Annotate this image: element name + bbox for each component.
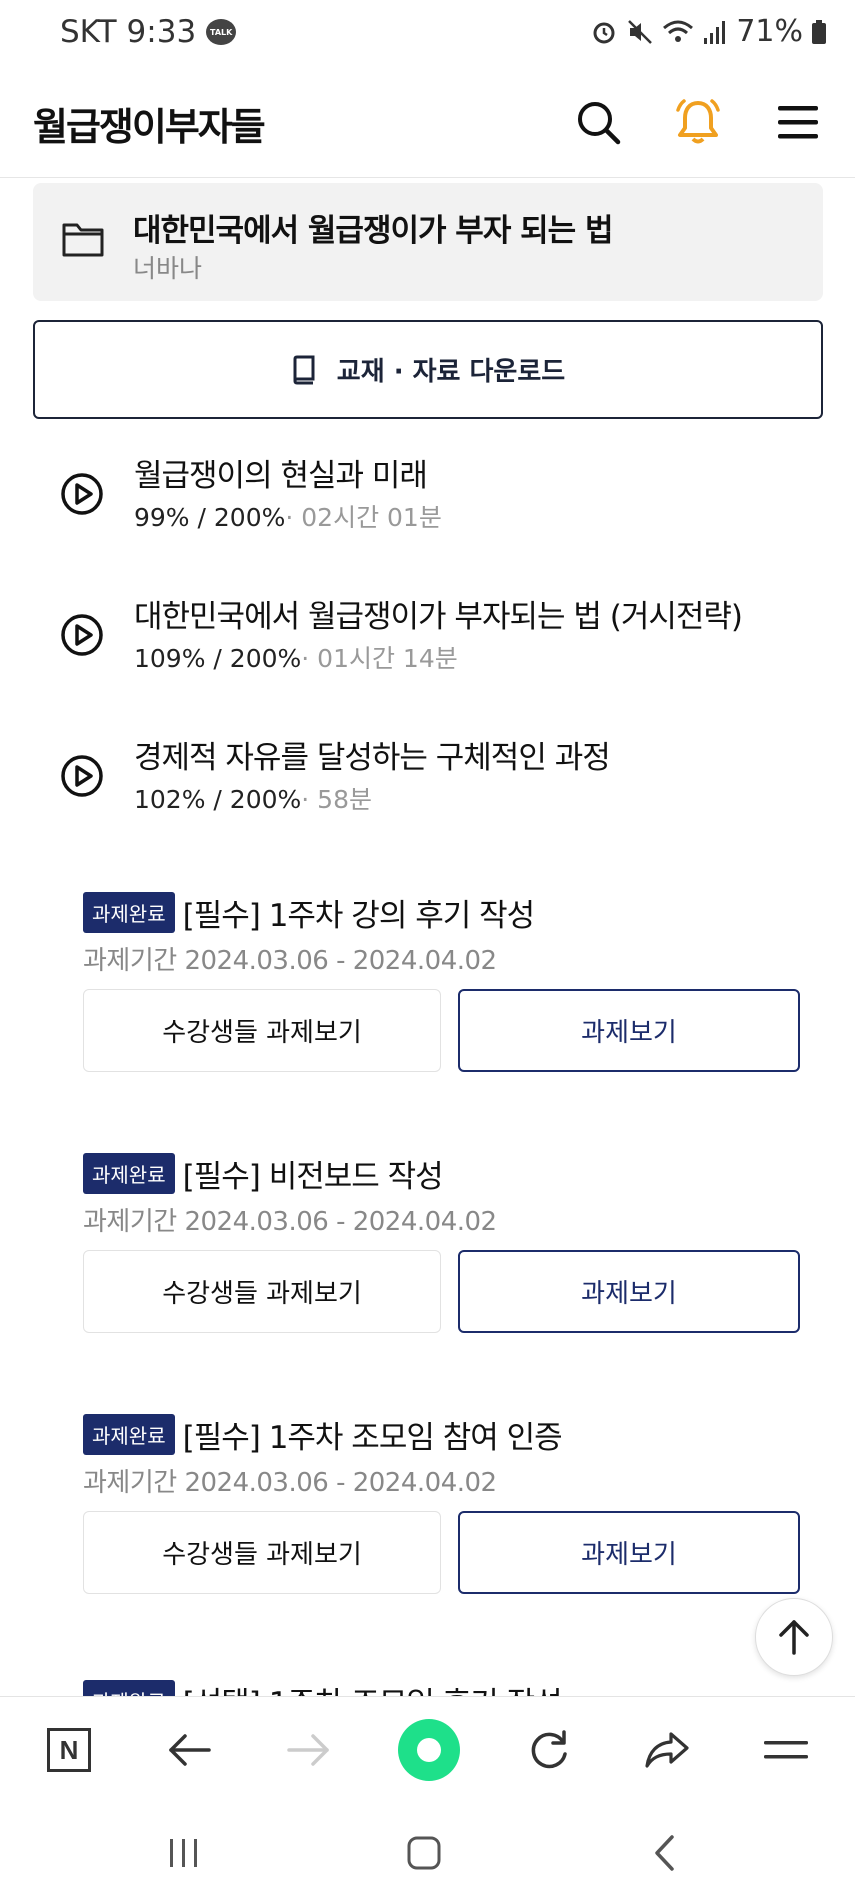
assignment-period: 과제기간 2024.03.06 - 2024.04.02 (83, 946, 497, 976)
app-header: 월급쟁이부자들 (0, 70, 855, 178)
book-icon (293, 355, 315, 384)
assignment-item: 과제완료 [필수] 1주차 조모임 참여 인증 과제기간 2024.03.06 … (83, 1412, 803, 1652)
notification-button[interactable] (668, 92, 728, 152)
menu-button[interactable] (768, 92, 828, 152)
assignment-header: 과제완료 [필수] 1주차 조모임 참여 인증 (83, 1412, 563, 1457)
status-bar: SKT 9:33 TALK 71% (0, 0, 855, 70)
signal-icon (704, 20, 726, 44)
green-dot-inner (417, 1738, 441, 1762)
assignment-header: 과제완료 [필수] 1주차 강의 후기 작성 (83, 890, 536, 935)
status-badge: 과제완료 (83, 1153, 175, 1194)
view-peer-assignments-button[interactable]: 수강생들 과제보기 (83, 1250, 441, 1333)
assignment-period: 과제기간 2024.03.06 - 2024.04.02 (83, 1468, 497, 1498)
view-assignment-button[interactable]: 과제보기 (458, 989, 800, 1072)
lecture-title: 대한민국에서 월급쟁이가 부자되는 법 (거시전략) (134, 599, 743, 635)
assignment-header: 과제완료 [필수] 비전보드 작성 (83, 1151, 444, 1196)
download-label: 교재 · 자료 다운로드 (336, 357, 566, 387)
assignment-title: [필수] 비전보드 작성 (182, 1159, 444, 1195)
lecture-progress: 102% / 200% (134, 785, 302, 814)
naver-home-button[interactable]: N (38, 1719, 100, 1781)
assignment-item: 과제완료 [필수] 1주차 강의 후기 작성 과제기간 2024.03.06 -… (83, 890, 803, 1130)
menu-lines-icon (764, 1741, 808, 1759)
reload-button[interactable] (518, 1719, 580, 1781)
status-left: SKT 9:33 TALK (60, 14, 237, 50)
android-navigation-bar (0, 1801, 855, 1900)
lecture-title: 월급쟁이의 현실과 미래 (134, 458, 428, 494)
folder-icon (62, 223, 104, 257)
lecture-meta: 99% / 200%· 02시간 01분 (134, 498, 442, 534)
arrow-up-icon (779, 1620, 809, 1655)
browser-menu-button[interactable] (755, 1719, 817, 1781)
system-back-button[interactable] (634, 1823, 694, 1883)
assignment-period: 과제기간 2024.03.06 - 2024.04.02 (83, 1207, 497, 1237)
forward-button[interactable] (278, 1719, 340, 1781)
mute-icon (628, 19, 653, 44)
lecture-item[interactable]: 월급쟁이의 현실과 미래 99% / 200%· 02시간 01분 (60, 450, 830, 560)
play-circle-icon (61, 473, 103, 515)
status-badge: 과제완료 (83, 1414, 175, 1455)
app-logo[interactable]: 월급쟁이부자들 (33, 96, 266, 151)
battery-level: 71% (736, 14, 803, 49)
battery-icon (812, 19, 826, 44)
view-assignment-button[interactable]: 과제보기 (458, 1511, 800, 1594)
back-button[interactable] (158, 1719, 220, 1781)
naver-n-icon: N (47, 1728, 91, 1772)
lecture-meta: 109% / 200%· 01시간 14분 (134, 639, 458, 675)
arrow-right-icon (287, 1734, 329, 1766)
alarm-icon (593, 22, 615, 43)
green-dot-button[interactable] (398, 1719, 460, 1781)
green-dot-icon (398, 1719, 460, 1781)
course-title: 대한민국에서 월급쟁이가 부자 되는 법 (133, 213, 613, 249)
lecture-progress: 99% / 200% (134, 503, 286, 532)
browser-toolbar: N (0, 1696, 855, 1801)
lecture-item[interactable]: 대한민국에서 월급쟁이가 부자되는 법 (거시전략) 109% / 200%· … (60, 591, 830, 701)
lecture-item[interactable]: 경제적 자유를 달성하는 구체적인 과정 102% / 200%· 58분 (60, 732, 830, 842)
share-button[interactable] (636, 1719, 698, 1781)
recent-apps-button[interactable] (154, 1823, 214, 1883)
carrier: SKT (60, 14, 117, 50)
course-author: 너바나 (133, 254, 203, 283)
arrow-left-icon (169, 1734, 211, 1766)
lecture-duration: · 58분 (301, 785, 372, 814)
lecture-progress: 109% / 200% (134, 644, 302, 673)
scroll-to-top-button[interactable] (755, 1598, 833, 1676)
bell-icon (676, 99, 720, 144)
wifi-icon (663, 20, 694, 42)
view-peer-assignments-button[interactable]: 수강생들 과제보기 (83, 1511, 441, 1594)
status-badge: 과제완료 (83, 892, 175, 933)
lecture-duration: · 02시간 01분 (285, 503, 442, 532)
reload-icon (531, 1730, 567, 1769)
clock: 9:33 (126, 14, 197, 50)
search-icon (578, 102, 621, 145)
material-download-button[interactable]: 교재 · 자료 다운로드 (33, 320, 823, 419)
assignment-title: [필수] 1주차 강의 후기 작성 (182, 898, 536, 934)
assignment-title: [필수] 1주차 조모임 참여 인증 (182, 1420, 563, 1456)
status-right: 71% (590, 14, 827, 49)
view-assignment-button[interactable]: 과제보기 (458, 1250, 800, 1333)
lecture-duration: · 01시간 14분 (301, 644, 458, 673)
hamburger-menu-icon (778, 106, 818, 139)
search-button[interactable] (568, 92, 628, 152)
share-arrow-icon (645, 1732, 689, 1768)
home-square-icon (407, 1836, 441, 1870)
play-circle-icon (61, 755, 103, 797)
recent-apps-icon (170, 1839, 197, 1867)
view-peer-assignments-button[interactable]: 수강생들 과제보기 (83, 989, 441, 1072)
assignment-item: 과제완료 [필수] 비전보드 작성 과제기간 2024.03.06 - 2024… (83, 1151, 803, 1391)
lecture-meta: 102% / 200%· 58분 (134, 780, 372, 816)
kakaotalk-icon: TALK (206, 19, 237, 45)
lecture-title: 경제적 자유를 달성하는 구체적인 과정 (134, 740, 611, 776)
home-button[interactable] (394, 1823, 454, 1883)
play-circle-icon (61, 614, 103, 656)
chevron-left-icon (655, 1835, 674, 1871)
course-info-box: 대한민국에서 월급쟁이가 부자 되는 법 너바나 (33, 183, 823, 301)
